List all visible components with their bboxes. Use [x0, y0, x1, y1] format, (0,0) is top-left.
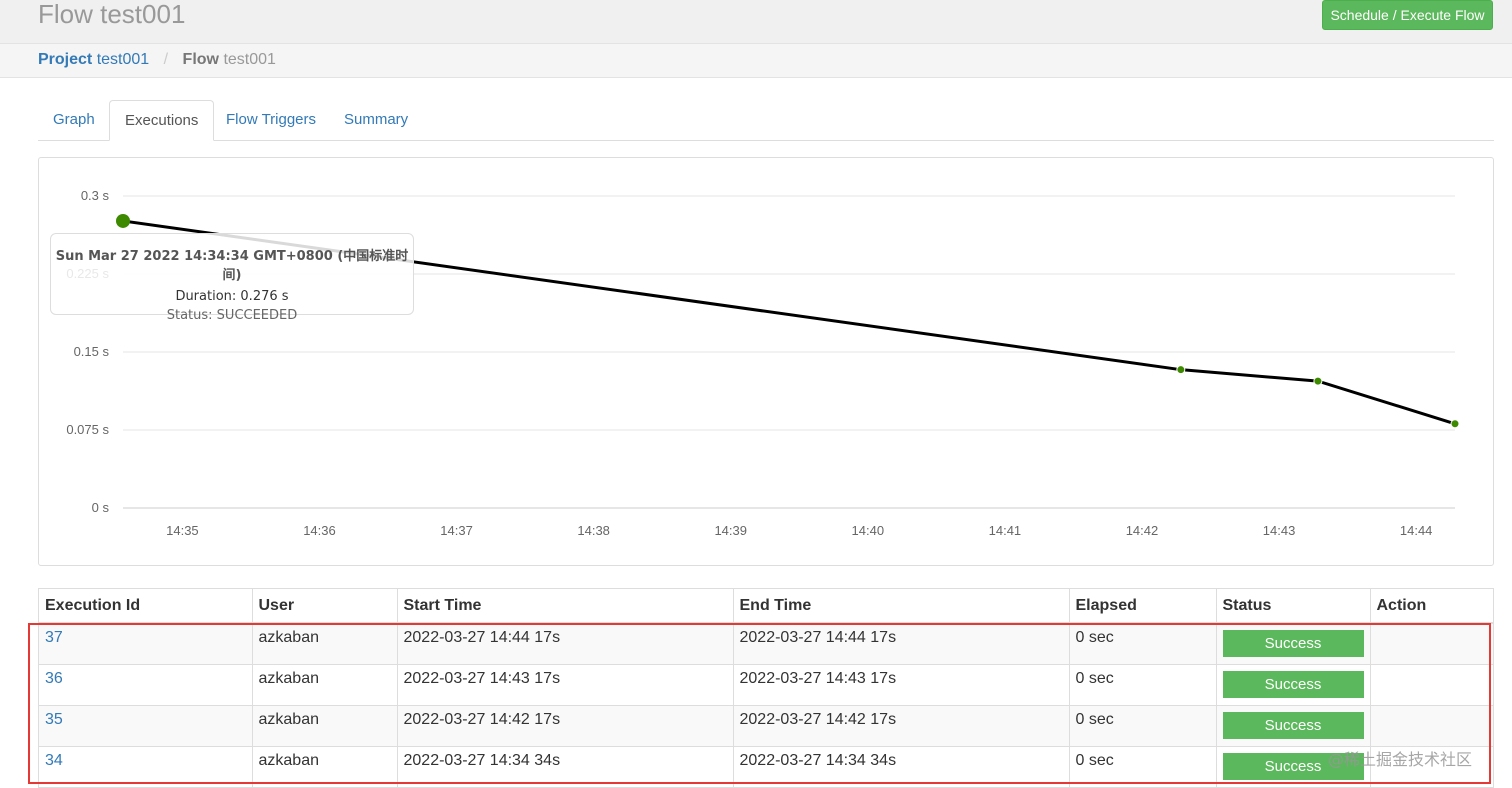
execution-id-link[interactable]: 34 [45, 752, 63, 769]
column-header-end-time[interactable]: End Time [733, 589, 1070, 624]
tab-executions[interactable]: Executions [109, 100, 215, 141]
cell-start-time: 2022-03-27 14:42 17s [397, 704, 734, 746]
status-badge: Success [1222, 711, 1364, 739]
status-badge: Success [1222, 670, 1364, 698]
cell-user: azkaban [252, 663, 398, 705]
tooltip-status: Status: SUCCEEDED [166, 308, 298, 323]
cell-user: azkaban [252, 704, 398, 746]
x-tick-label: 14:40 [852, 523, 885, 538]
x-tick-label: 14:43 [1263, 523, 1296, 538]
cell-status: Success [1216, 704, 1371, 746]
page-title: Flow test001 [38, 0, 186, 29]
status-badge: Success [1222, 630, 1364, 657]
breadcrumb-project-link[interactable]: Project test001 [38, 51, 154, 68]
cell-execution-id: 35 [39, 704, 253, 746]
y-tick-label: 0.15 s [74, 344, 110, 359]
table-header-row: Execution Id User Start Time End Time El… [39, 589, 1493, 624]
cell-elapsed: 0 sec [1069, 704, 1217, 746]
cell-elapsed: 0 sec [1069, 663, 1217, 705]
y-tick-label: 0.075 s [66, 422, 109, 437]
y-tick-label: 0.3 s [81, 188, 110, 203]
x-tick-label: 14:42 [1126, 523, 1159, 538]
executions-table-wrapper: Execution Id User Start Time End Time El… [38, 588, 1494, 788]
x-tick-label: 14:38 [577, 523, 610, 538]
tab-summary[interactable]: Summary [329, 100, 423, 141]
schedule-execute-flow-button[interactable]: Schedule / Execute Flow [1322, 0, 1493, 30]
y-tick-label: 0 s [92, 500, 110, 515]
cell-execution-id: 34 [39, 745, 253, 787]
cell-end-time: 2022-03-27 14:42 17s [733, 704, 1070, 746]
cell-status: Success [1216, 663, 1371, 705]
chart-tooltip: Sun Mar 27 2022 14:34:34 GMT+0800 (中国标准时… [50, 233, 414, 323]
tab-graph[interactable]: Graph [38, 100, 110, 141]
cell-start-time: 2022-03-27 14:34 34s [397, 745, 734, 787]
x-tick-label: 14:44 [1400, 523, 1433, 538]
column-header-action[interactable]: Action [1370, 589, 1493, 624]
cell-start-time: 2022-03-27 14:44 17s [397, 622, 734, 664]
breadcrumb-bar: Project test001 / Flow test001 [0, 43, 1512, 78]
tooltip-date: Sun Mar 27 2022 14:34:34 GMT+0800 (中国标准时… [55, 249, 409, 283]
watermark: @稀土掘金技术社区 [1328, 750, 1473, 769]
data-point [1176, 365, 1186, 375]
data-point [1450, 419, 1460, 429]
cell-end-time: 2022-03-27 14:43 17s [733, 663, 1070, 705]
column-header-execution-id[interactable]: Execution Id [39, 589, 253, 624]
execution-id-link[interactable]: 36 [45, 670, 63, 687]
cell-action [1370, 704, 1493, 746]
execution-time-chart-panel: 0 s0.075 s0.15 s0.225 s0.3 s14:3514:3614… [38, 157, 1494, 566]
executions-table: Execution Id User Start Time End Time El… [39, 589, 1493, 787]
column-header-elapsed[interactable]: Elapsed [1069, 589, 1217, 624]
table-row: 37 azkaban 2022-03-27 14:44 17s 2022-03-… [39, 622, 1493, 664]
breadcrumb-project-key: Project [38, 51, 93, 68]
cell-user: azkaban [252, 745, 398, 787]
column-header-start-time[interactable]: Start Time [397, 589, 734, 624]
column-header-status[interactable]: Status [1216, 589, 1371, 624]
x-tick-label: 14:36 [303, 523, 336, 538]
cell-start-time: 2022-03-27 14:43 17s [397, 663, 734, 705]
cell-action [1370, 622, 1493, 664]
execution-time-chart: 0 s0.075 s0.15 s0.225 s0.3 s14:3514:3614… [66, 188, 1460, 538]
cell-execution-id: 37 [39, 622, 253, 664]
column-header-user[interactable]: User [252, 589, 398, 624]
cell-end-time: 2022-03-27 14:44 17s [733, 622, 1070, 664]
breadcrumb-flow-value: test001 [223, 51, 276, 68]
x-tick-label: 14:39 [714, 523, 747, 538]
data-point [116, 213, 130, 228]
cell-action [1370, 663, 1493, 705]
data-point [1313, 376, 1323, 386]
cell-execution-id: 36 [39, 663, 253, 705]
x-tick-label: 14:35 [166, 523, 199, 538]
execution-id-link[interactable]: 37 [45, 629, 63, 646]
flow-tabs: Graph Executions Flow Triggers Summary [38, 100, 1494, 141]
x-tick-label: 14:41 [989, 523, 1022, 538]
page-header: Flow test001 Schedule / Execute Flow [0, 0, 1512, 43]
table-row: 35 azkaban 2022-03-27 14:42 17s 2022-03-… [39, 704, 1493, 746]
cell-elapsed: 0 sec [1069, 745, 1217, 787]
breadcrumb-flow-key: Flow [182, 51, 219, 68]
table-row: 34 azkaban 2022-03-27 14:34 34s 2022-03-… [39, 745, 1493, 787]
breadcrumb: Project test001 / Flow test001 [38, 51, 276, 69]
breadcrumb-separator: / [163, 51, 169, 68]
tooltip-duration: Duration: 0.276 s [175, 289, 289, 304]
table-row: 36 azkaban 2022-03-27 14:43 17s 2022-03-… [39, 663, 1493, 705]
cell-elapsed: 0 sec [1069, 622, 1217, 664]
cell-end-time: 2022-03-27 14:34 34s [733, 745, 1070, 787]
x-tick-label: 14:37 [440, 523, 473, 538]
cell-status: Success [1216, 622, 1371, 664]
cell-user: azkaban [252, 622, 398, 664]
breadcrumb-project-value: test001 [96, 51, 150, 68]
execution-id-link[interactable]: 35 [45, 711, 63, 728]
tab-flow-triggers[interactable]: Flow Triggers [211, 100, 331, 141]
